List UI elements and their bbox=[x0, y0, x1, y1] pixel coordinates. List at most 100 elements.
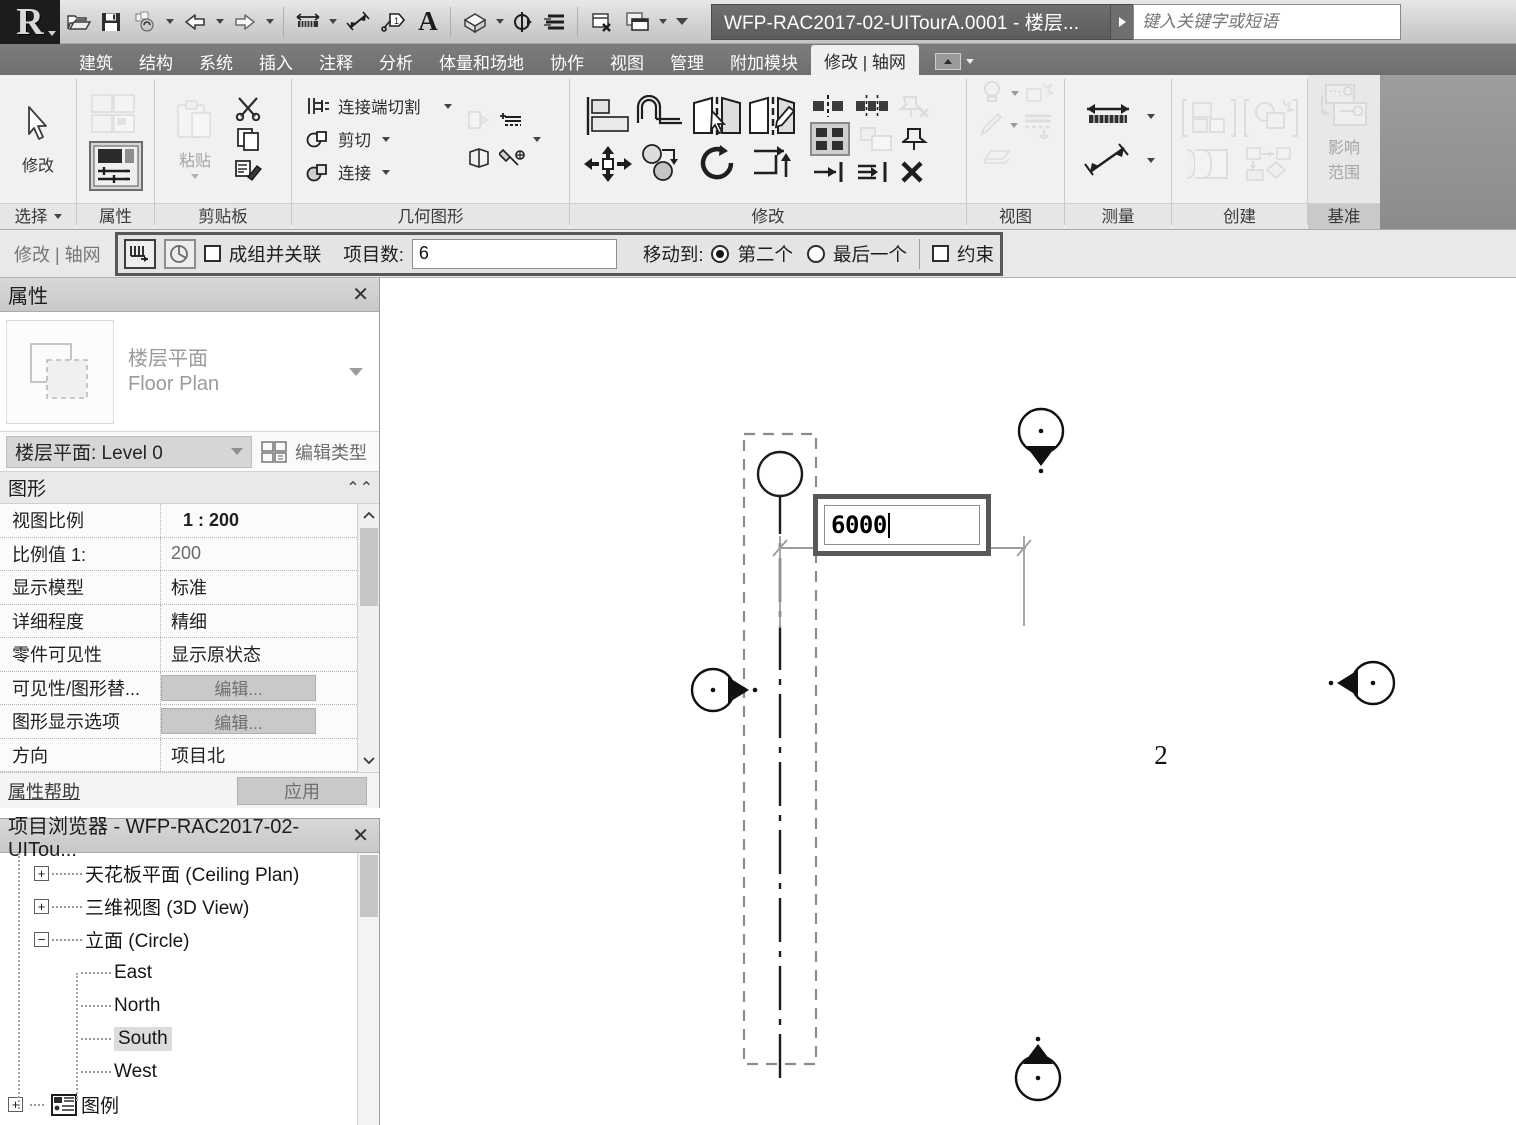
scrollbar-thumb[interactable] bbox=[359, 528, 378, 606]
tab-annotate[interactable]: 注释 bbox=[306, 47, 366, 75]
measure-dropdown-icon[interactable] bbox=[327, 5, 339, 39]
undo-icon[interactable] bbox=[178, 5, 212, 39]
scroll-up-icon[interactable] bbox=[362, 504, 375, 526]
property-value[interactable]: 显示原状态 bbox=[160, 638, 357, 671]
cut-icon[interactable] bbox=[233, 95, 263, 121]
type-selector[interactable]: 楼层平面 Floor Plan bbox=[0, 312, 379, 432]
table-row[interactable]: 方向 项目北 bbox=[0, 738, 357, 772]
create-similar-icon[interactable] bbox=[1181, 96, 1237, 140]
move-icon[interactable] bbox=[582, 144, 634, 184]
switch-windows-icon[interactable] bbox=[621, 5, 655, 39]
ribbon-display-options[interactable] bbox=[934, 47, 974, 75]
edit-type-button[interactable]: 编辑类型 bbox=[260, 439, 373, 465]
tab-massing-site[interactable]: 体量和场地 bbox=[426, 47, 537, 75]
drawing-canvas[interactable]: 2 bbox=[381, 278, 1516, 1125]
section-icon[interactable] bbox=[508, 5, 538, 39]
text-icon[interactable]: A bbox=[413, 5, 443, 39]
chevron-down-icon[interactable] bbox=[191, 174, 199, 179]
table-row[interactable]: 比例值 1: 200 bbox=[0, 537, 357, 571]
copy-icon[interactable] bbox=[233, 126, 263, 152]
edit-family-icon[interactable] bbox=[1181, 146, 1237, 182]
expand-icon[interactable]: + bbox=[8, 1097, 23, 1112]
qat-customize-icon[interactable] bbox=[671, 5, 693, 39]
elevation-marker-north[interactable] bbox=[1017, 407, 1065, 474]
properties-help-link[interactable]: 属性帮助 bbox=[8, 778, 80, 804]
tree-node-south[interactable]: South bbox=[0, 1022, 357, 1055]
chevron-down-icon[interactable] bbox=[1009, 122, 1018, 128]
table-row[interactable]: 可见性/图形替... 编辑... bbox=[0, 671, 357, 705]
match-type-icon[interactable] bbox=[233, 157, 263, 183]
table-row[interactable]: 详细程度 精细 bbox=[0, 604, 357, 638]
tree-node-east[interactable]: East bbox=[0, 956, 357, 989]
tab-systems[interactable]: 系统 bbox=[186, 47, 246, 75]
tree-node-north[interactable]: North bbox=[0, 989, 357, 1022]
affect-extents-icon[interactable] bbox=[1316, 81, 1372, 133]
properties-scrollbar[interactable] bbox=[357, 504, 379, 772]
measure-along-element-icon[interactable] bbox=[1081, 143, 1137, 177]
switch-windows-dropdown-icon[interactable] bbox=[657, 5, 669, 39]
scrollbar-thumb[interactable] bbox=[359, 855, 378, 917]
property-value[interactable]: 项目北 bbox=[160, 738, 357, 771]
move-to-second-radio[interactable] bbox=[711, 244, 730, 263]
align-icon[interactable] bbox=[582, 94, 634, 138]
instance-selector[interactable]: 楼层平面: Level 0 bbox=[6, 435, 252, 468]
table-row[interactable]: 视图比例 1 : 200 bbox=[0, 504, 357, 538]
table-row[interactable]: 图形显示选项 编辑... bbox=[0, 705, 357, 739]
measure-icon[interactable] bbox=[291, 5, 325, 39]
sync-dropdown-icon[interactable] bbox=[164, 5, 176, 39]
sync-with-central-icon[interactable] bbox=[128, 5, 162, 39]
close-icon[interactable]: ✕ bbox=[352, 826, 369, 846]
measure-between-references-icon[interactable] bbox=[1081, 101, 1137, 131]
cut-profile-icon[interactable] bbox=[981, 143, 1015, 167]
modify-button[interactable]: 修改 bbox=[6, 102, 70, 176]
redo-icon[interactable] bbox=[228, 5, 262, 39]
table-row[interactable]: 零件可见性 显示原状态 bbox=[0, 638, 357, 672]
property-value[interactable]: 1 : 200 bbox=[160, 504, 357, 537]
reveal-hidden-elements-icon[interactable] bbox=[979, 79, 1007, 107]
project-browser-scrollbar[interactable] bbox=[357, 853, 379, 1125]
edit-button[interactable]: 编辑... bbox=[161, 708, 316, 735]
chevron-down-icon[interactable] bbox=[532, 136, 541, 142]
search-go-icon[interactable] bbox=[1111, 3, 1133, 40]
close-hidden-windows-icon[interactable] bbox=[585, 5, 619, 39]
tree-node-legend[interactable]: + 图例 bbox=[0, 1088, 357, 1121]
save-icon[interactable] bbox=[96, 5, 126, 39]
group-and-associate-checkbox[interactable] bbox=[203, 245, 221, 262]
tab-modify-grid[interactable]: 修改 | 轴网 bbox=[811, 45, 919, 75]
aligned-dimension-icon[interactable] bbox=[341, 5, 375, 39]
radial-array-icon[interactable] bbox=[163, 238, 196, 269]
split-element-icon[interactable] bbox=[810, 93, 846, 119]
properties-group-header[interactable]: 图形 ⌃⌃ bbox=[0, 472, 379, 504]
rotate-icon[interactable] bbox=[690, 143, 744, 183]
cut-geometry-button[interactable]: 剪切 bbox=[302, 126, 455, 152]
thin-lines-icon[interactable] bbox=[540, 5, 570, 39]
show-hidden-icon[interactable] bbox=[1023, 79, 1053, 107]
tree-node-3d-view[interactable]: + 三维视图 (3D View) bbox=[0, 890, 357, 923]
dimension-input-inner[interactable]: 6000 bbox=[824, 505, 980, 545]
paste-button[interactable]: 粘贴 bbox=[161, 99, 229, 179]
chevron-down-icon[interactable] bbox=[1010, 90, 1019, 96]
ribbon-collapse-icon[interactable] bbox=[934, 52, 961, 70]
array-button[interactable] bbox=[810, 122, 850, 156]
offset-icon[interactable] bbox=[636, 95, 688, 137]
item-count-input[interactable]: 6 bbox=[411, 238, 617, 269]
collapse-icon[interactable]: − bbox=[34, 932, 49, 947]
constrain-checkbox[interactable] bbox=[932, 245, 950, 262]
tag-by-category-icon[interactable]: 1 bbox=[377, 5, 411, 39]
delete-icon[interactable] bbox=[898, 159, 926, 185]
unpin-icon[interactable] bbox=[898, 93, 930, 119]
tab-analyze[interactable]: 分析 bbox=[366, 47, 426, 75]
chevron-down-icon[interactable] bbox=[1147, 113, 1155, 119]
trim-extend-icon[interactable] bbox=[746, 143, 800, 183]
default-3d-view-icon[interactable] bbox=[458, 5, 492, 39]
application-menu-button[interactable]: R bbox=[0, 0, 60, 44]
elevation-marker-south[interactable] bbox=[1014, 1036, 1062, 1102]
property-value[interactable]: 精细 bbox=[160, 604, 357, 637]
open-icon[interactable] bbox=[64, 5, 94, 39]
tab-manage[interactable]: 管理 bbox=[657, 47, 717, 75]
type-selector-dropdown-icon[interactable] bbox=[343, 367, 369, 376]
join-geometry-button[interactable]: 连接 bbox=[302, 159, 455, 185]
chevron-down-icon[interactable] bbox=[1147, 157, 1155, 163]
search-input[interactable] bbox=[1142, 11, 1392, 32]
linework-icon[interactable] bbox=[978, 112, 1006, 138]
